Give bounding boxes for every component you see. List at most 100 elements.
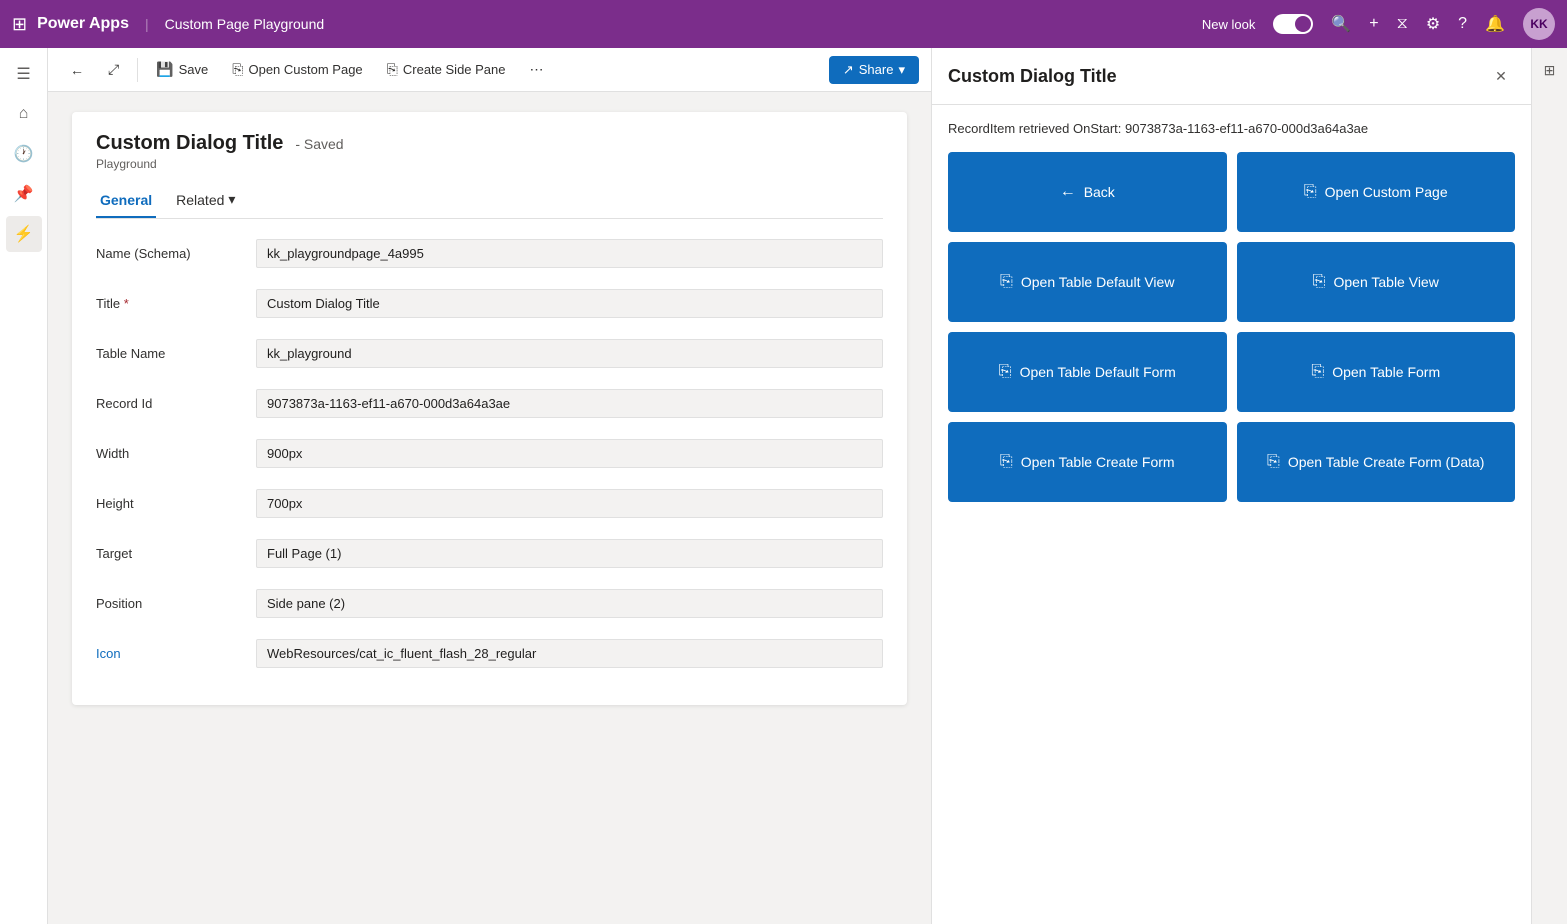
field-label-title: Title bbox=[96, 296, 256, 311]
open-table-default-view-button[interactable]: ⎘ Open Table Default View bbox=[948, 242, 1227, 322]
back-action-button[interactable]: ← Back bbox=[948, 152, 1227, 232]
more-button[interactable]: ⋯ bbox=[520, 56, 554, 83]
toolbar-divider-1 bbox=[137, 58, 138, 82]
open-table-create-form-label: Open Table Create Form bbox=[1021, 454, 1175, 470]
open-table-default-form-label: Open Table Default Form bbox=[1020, 364, 1176, 380]
save-icon: 💾 bbox=[156, 61, 173, 78]
back-action-label: Back bbox=[1084, 184, 1115, 200]
field-label-table-name: Table Name bbox=[96, 346, 256, 361]
tab-related-chevron: ▾ bbox=[228, 191, 235, 208]
field-label-height: Height bbox=[96, 496, 256, 511]
avatar[interactable]: KK bbox=[1523, 8, 1555, 40]
field-row-height: Height 700px bbox=[96, 485, 883, 521]
open-custom-page-action-label: Open Custom Page bbox=[1325, 184, 1448, 200]
field-row-title: Title Custom Dialog Title bbox=[96, 285, 883, 321]
page-saved-status: - Saved bbox=[295, 136, 343, 152]
tab-related-label: Related bbox=[176, 192, 224, 208]
dialog-body: RecordItem retrieved OnStart: 9073873a-1… bbox=[932, 105, 1531, 924]
field-label-icon: Icon bbox=[96, 646, 256, 661]
field-value-position[interactable]: Side pane (2) bbox=[256, 589, 883, 618]
grid-icon[interactable]: ⊞ bbox=[12, 14, 27, 35]
field-value-height[interactable]: 700px bbox=[256, 489, 883, 518]
share-label: Share bbox=[859, 62, 894, 77]
field-row-icon: Icon WebResources/cat_ic_fluent_flash_28… bbox=[96, 635, 883, 671]
nav-separator: | bbox=[145, 16, 149, 32]
app-body: ☰ ⌂ 🕐 📌 ⚡ ← ⤢ 💾 Save ⎘ bbox=[0, 48, 1567, 924]
open-table-default-view-label: Open Table Default View bbox=[1021, 274, 1175, 290]
sidebar-item-pin[interactable]: 📌 bbox=[6, 176, 42, 212]
page-header: Custom Dialog Title - Saved bbox=[96, 132, 883, 155]
page-name: Custom Page Playground bbox=[165, 16, 325, 32]
search-icon[interactable]: 🔍 bbox=[1331, 14, 1351, 34]
field-value-title[interactable]: Custom Dialog Title bbox=[256, 289, 883, 318]
open-table-default-view-icon: ⎘ bbox=[1000, 273, 1013, 291]
open-table-form-label: Open Table Form bbox=[1332, 364, 1440, 380]
open-table-view-button[interactable]: ⎘ Open Table View bbox=[1237, 242, 1516, 322]
open-table-form-button[interactable]: ⎘ Open Table Form bbox=[1237, 332, 1516, 412]
open-custom-page-action-icon: ⎘ bbox=[1304, 183, 1317, 201]
field-label-width: Width bbox=[96, 446, 256, 461]
field-row-width: Width 900px bbox=[96, 435, 883, 471]
notifications-icon[interactable]: 🔔 bbox=[1485, 14, 1505, 34]
sidebar-item-menu[interactable]: ☰ bbox=[6, 56, 42, 92]
sidebar-item-recent[interactable]: 🕐 bbox=[6, 136, 42, 172]
open-table-form-icon: ⎘ bbox=[1311, 363, 1324, 381]
close-icon: ✕ bbox=[1495, 68, 1507, 85]
content-area: ← ⤢ 💾 Save ⎘ Open Custom Page ⎘ Create S… bbox=[48, 48, 1567, 924]
field-value-record-id[interactable]: 9073873a-1163-ef11-a670-000d3a64a3ae bbox=[256, 389, 883, 418]
panel-toggle-button[interactable]: ⊞ bbox=[1536, 56, 1564, 84]
open-table-create-form-data-button[interactable]: ⎘ Open Table Create Form (Data) bbox=[1237, 422, 1516, 502]
dialog-close-button[interactable]: ✕ bbox=[1487, 62, 1515, 90]
page-subtitle: Playground bbox=[96, 157, 883, 171]
page-title: Custom Dialog Title bbox=[96, 132, 283, 154]
add-icon[interactable]: + bbox=[1369, 15, 1378, 33]
open-custom-page-action-button[interactable]: ⎘ Open Custom Page bbox=[1237, 152, 1516, 232]
back-icon: ← bbox=[70, 62, 84, 78]
more-icon: ⋯ bbox=[530, 61, 544, 78]
toolbar: ← ⤢ 💾 Save ⎘ Open Custom Page ⎘ Create S… bbox=[48, 48, 931, 92]
field-label-position: Position bbox=[96, 596, 256, 611]
open-table-default-form-icon: ⎘ bbox=[999, 363, 1012, 381]
sidebar-item-lightning[interactable]: ⚡ bbox=[6, 216, 42, 252]
right-dialog-panel: Custom Dialog Title ✕ RecordItem retriev… bbox=[931, 48, 1531, 924]
open-table-view-icon: ⎘ bbox=[1313, 273, 1326, 291]
settings-icon[interactable]: ⚙ bbox=[1426, 14, 1440, 34]
filter-icon[interactable]: ⧖ bbox=[1397, 15, 1408, 33]
create-side-pane-button[interactable]: ⎘ Create Side Pane bbox=[377, 56, 516, 83]
far-right-strip: ⊞ bbox=[1531, 48, 1567, 924]
expand-button[interactable]: ⤢ bbox=[98, 56, 129, 83]
field-label-target: Target bbox=[96, 546, 256, 561]
field-value-width[interactable]: 900px bbox=[256, 439, 883, 468]
share-button[interactable]: ↗ Share ▾ bbox=[829, 56, 919, 84]
new-look-toggle[interactable] bbox=[1273, 14, 1313, 34]
field-value-table-name[interactable]: kk_playground bbox=[256, 339, 883, 368]
open-custom-page-button[interactable]: ⎘ Open Custom Page bbox=[222, 56, 372, 83]
field-row-target: Target Full Page (1) bbox=[96, 535, 883, 571]
help-icon[interactable]: ? bbox=[1458, 15, 1467, 33]
top-navigation: ⊞ Power Apps | Custom Page Playground Ne… bbox=[0, 0, 1567, 48]
action-button-grid: ← Back ⎘ Open Custom Page ⎘ Open Table D… bbox=[948, 152, 1515, 502]
field-row-name-schema: Name (Schema) kk_playgroundpage_4a995 bbox=[96, 235, 883, 271]
form-area: Custom Dialog Title - Saved Playground G… bbox=[48, 92, 931, 924]
new-look-label: New look bbox=[1202, 17, 1255, 32]
open-table-create-form-button[interactable]: ⎘ Open Table Create Form bbox=[948, 422, 1227, 502]
field-value-target[interactable]: Full Page (1) bbox=[256, 539, 883, 568]
open-table-default-form-button[interactable]: ⎘ Open Table Default Form bbox=[948, 332, 1227, 412]
field-value-name-schema[interactable]: kk_playgroundpage_4a995 bbox=[256, 239, 883, 268]
field-row-table-name: Table Name kk_playground bbox=[96, 335, 883, 371]
main-panel: ← ⤢ 💾 Save ⎘ Open Custom Page ⎘ Create S… bbox=[48, 48, 931, 924]
tab-general[interactable]: General bbox=[96, 183, 156, 218]
field-value-icon[interactable]: WebResources/cat_ic_fluent_flash_28_regu… bbox=[256, 639, 883, 668]
back-button[interactable]: ← bbox=[60, 57, 94, 83]
app-title: Power Apps bbox=[37, 15, 129, 33]
dialog-title: Custom Dialog Title bbox=[948, 66, 1117, 87]
record-info: RecordItem retrieved OnStart: 9073873a-1… bbox=[948, 121, 1515, 136]
back-action-icon: ← bbox=[1060, 183, 1076, 201]
field-row-record-id: Record Id 9073873a-1163-ef11-a670-000d3a… bbox=[96, 385, 883, 421]
save-button[interactable]: 💾 Save bbox=[146, 56, 218, 83]
open-table-view-label: Open Table View bbox=[1333, 274, 1438, 290]
tab-general-label: General bbox=[100, 192, 152, 208]
tab-related[interactable]: Related ▾ bbox=[172, 183, 239, 218]
sidebar-item-home[interactable]: ⌂ bbox=[6, 96, 42, 132]
create-side-pane-label: Create Side Pane bbox=[403, 62, 506, 77]
